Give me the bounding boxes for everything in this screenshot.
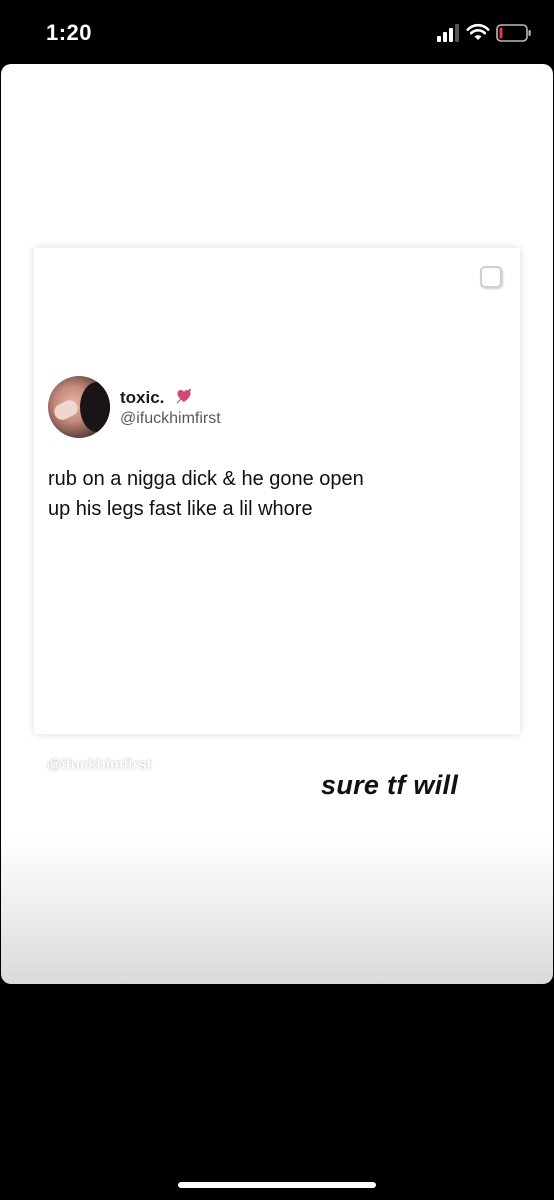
watermark: @ifuckhimfirst [47,756,152,773]
story-card: toxic. @ifuckhimfirst rub on a nigga dic… [1,64,553,984]
tweet-text-line: rub on a nigga dick & he gone open [48,468,364,490]
story-caption: sure tf will [321,770,459,800]
wifi-icon [466,23,490,40]
user-display-name: toxic. [120,388,165,407]
checkbox-icon [480,266,502,288]
tweet-text-line: up his legs fast like a lil whore [48,498,313,520]
battery-icon [496,24,531,42]
heart-with-arrow-icon [176,388,192,404]
user-handle: @ifuckhimfirst [120,410,221,427]
avatar [48,376,110,438]
status-bar: 1:20 [0,0,554,64]
tweet-text: rub on a nigga dick & he gone open up hi… [48,464,488,524]
tweet-card: toxic. @ifuckhimfirst rub on a nigga dic… [34,248,520,734]
cellular-signal-icon [437,24,459,42]
home-indicator[interactable] [178,1182,376,1188]
status-time: 1:20 [46,20,93,45]
